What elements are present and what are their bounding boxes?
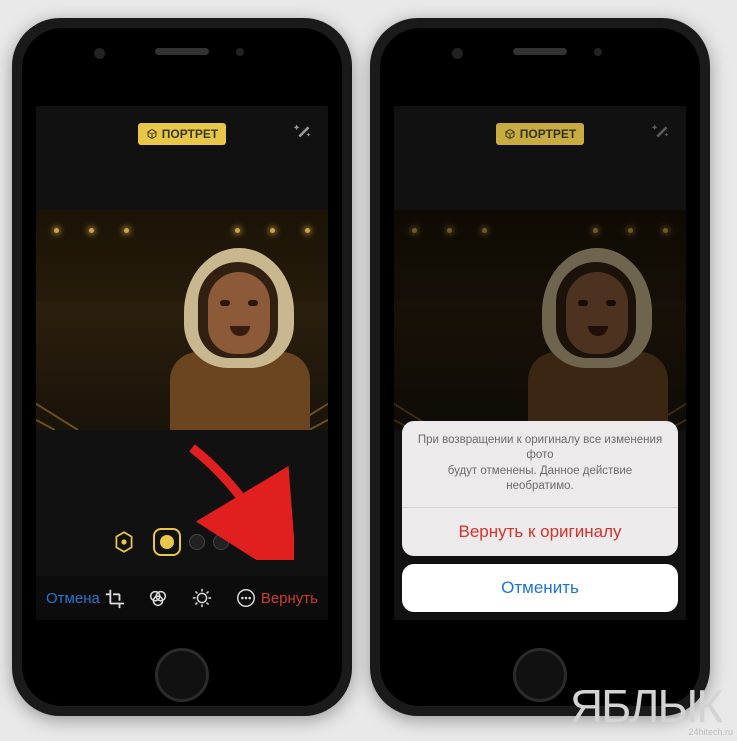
- crop-icon[interactable]: [103, 587, 125, 609]
- portrait-badge[interactable]: ПОРТРЕТ: [496, 123, 584, 145]
- sheet-cancel-button[interactable]: Отменить: [402, 564, 678, 612]
- subject-person: [522, 244, 672, 430]
- top-badge-row: ПОРТРЕТ: [36, 116, 328, 152]
- portrait-badge-label: ПОРТРЕТ: [162, 127, 218, 141]
- proximity-sensor: [594, 48, 602, 56]
- scene: [36, 210, 328, 430]
- revert-button[interactable]: Вернуть: [261, 590, 318, 607]
- more-icon[interactable]: [235, 587, 257, 609]
- bezel: ПОРТРЕТ: [380, 28, 700, 706]
- subject-person: [164, 244, 314, 430]
- watermark: ЯБЛЫК: [570, 679, 721, 733]
- home-button[interactable]: [155, 648, 209, 702]
- front-camera: [94, 48, 105, 59]
- phone-pair: ПОРТРЕТ: [0, 0, 737, 734]
- action-sheet-message: При возвращении к оригиналу все изменени…: [402, 421, 678, 508]
- action-sheet-panel: При возвращении к оригиналу все изменени…: [402, 421, 678, 556]
- filter-thumb[interactable]: [237, 534, 253, 550]
- cube-icon: [146, 128, 158, 140]
- revert-to-original-button[interactable]: Вернуть к оригиналу: [402, 508, 678, 556]
- filters-icon[interactable]: [147, 587, 169, 609]
- home-button[interactable]: [513, 648, 567, 702]
- screen-left: ПОРТРЕТ: [36, 106, 328, 620]
- cancel-button[interactable]: Отмена: [46, 590, 100, 607]
- screen-right: ПОРТРЕТ: [394, 106, 686, 620]
- bottom-toolbar: Отмена Вернуть: [36, 576, 328, 620]
- scene: [394, 210, 686, 430]
- hexagon-icon[interactable]: [111, 529, 137, 555]
- source-watermark: 24hitech.ru: [688, 727, 733, 737]
- front-camera: [452, 48, 463, 59]
- bezel: ПОРТРЕТ: [22, 28, 342, 706]
- speaker-grille: [155, 48, 209, 55]
- speaker-grille: [513, 48, 567, 55]
- filter-thumb[interactable]: [189, 534, 205, 550]
- adjust-icon[interactable]: [191, 587, 213, 609]
- photo-preview[interactable]: [36, 210, 328, 430]
- cube-icon: [504, 128, 516, 140]
- top-badge-row: ПОРТРЕТ: [394, 116, 686, 152]
- iphone-right: ПОРТРЕТ: [370, 18, 710, 716]
- magic-wand-button[interactable]: [650, 120, 672, 142]
- action-sheet: При возвращении к оригиналу все изменени…: [402, 421, 678, 612]
- filter-thumb[interactable]: [213, 534, 229, 550]
- photo-preview: [394, 210, 686, 430]
- proximity-sensor: [236, 48, 244, 56]
- portrait-badge-label: ПОРТРЕТ: [520, 127, 576, 141]
- iphone-left: ПОРТРЕТ: [12, 18, 352, 716]
- magic-wand-button[interactable]: [292, 120, 314, 142]
- filter-thumb-active[interactable]: [153, 528, 181, 556]
- filter-strip: [36, 506, 328, 578]
- portrait-badge[interactable]: ПОРТРЕТ: [138, 123, 226, 145]
